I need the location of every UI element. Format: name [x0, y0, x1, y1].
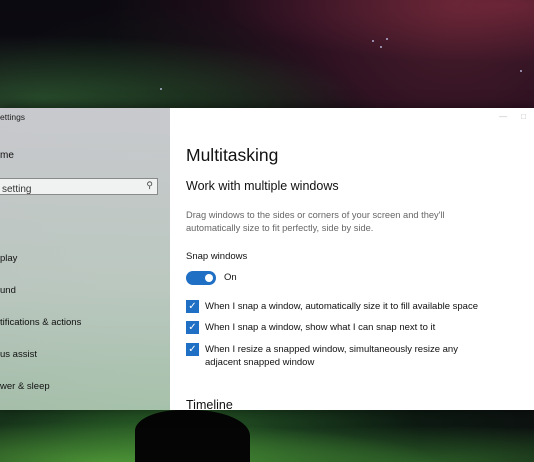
- section-title: Work with multiple windows: [186, 179, 339, 193]
- maximize-icon[interactable]: □: [521, 112, 526, 121]
- option-row[interactable]: ✓ When I resize a snapped window, simult…: [186, 343, 480, 369]
- sidebar-item-display[interactable]: play: [0, 253, 17, 264]
- star: [160, 88, 162, 90]
- settings-sidebar: ettings me ⚲ play und tifications & acti…: [0, 108, 170, 410]
- page-title: Multitasking: [186, 145, 279, 165]
- sidebar-item-notifications[interactable]: tifications & actions: [0, 317, 81, 328]
- timeline-heading: Timeline: [186, 398, 233, 410]
- desktop-wallpaper-rock: [135, 410, 250, 462]
- checkbox-checked-icon[interactable]: ✓: [186, 343, 199, 356]
- option-label: When I resize a snapped window, simultan…: [205, 344, 458, 368]
- window-title: ettings: [0, 112, 26, 122]
- sidebar-item-sound[interactable]: und: [0, 285, 16, 296]
- settings-window: ettings me ⚲ play und tifications & acti…: [0, 108, 534, 410]
- minimize-icon[interactable]: —: [499, 112, 507, 121]
- star: [520, 70, 522, 72]
- sidebar-item-home[interactable]: me: [0, 150, 14, 161]
- checkbox-checked-icon[interactable]: ✓: [186, 321, 199, 334]
- option-row[interactable]: ✓ When I snap a window, automatically si…: [186, 300, 480, 313]
- checkbox-checked-icon[interactable]: ✓: [186, 300, 199, 313]
- option-label: When I snap a window, show what I can sn…: [205, 322, 436, 333]
- toggle-knob: [205, 274, 213, 282]
- star: [386, 38, 388, 40]
- search-input[interactable]: [0, 182, 132, 197]
- search-icon[interactable]: ⚲: [146, 180, 153, 191]
- option-row[interactable]: ✓ When I snap a window, show what I can …: [186, 321, 480, 334]
- star: [372, 40, 374, 42]
- toggle-state-label: On: [224, 272, 237, 283]
- snap-windows-label: Snap windows: [186, 251, 248, 262]
- snap-windows-toggle[interactable]: [186, 271, 216, 285]
- desktop-wallpaper-aurora: [0, 410, 534, 462]
- sidebar-item-focus-assist[interactable]: us assist: [0, 349, 37, 360]
- search-box[interactable]: ⚲: [0, 178, 158, 197]
- desktop-wallpaper-sky: [0, 0, 534, 108]
- settings-content: — □ Multitasking Work with multiple wind…: [170, 108, 534, 410]
- option-label: When I snap a window, automatically size…: [205, 301, 478, 312]
- section-description: Drag windows to the sides or corners of …: [186, 210, 445, 233]
- window-controls: — □: [499, 112, 526, 121]
- sidebar-item-power-sleep[interactable]: wer & sleep: [0, 381, 50, 392]
- star: [380, 46, 382, 48]
